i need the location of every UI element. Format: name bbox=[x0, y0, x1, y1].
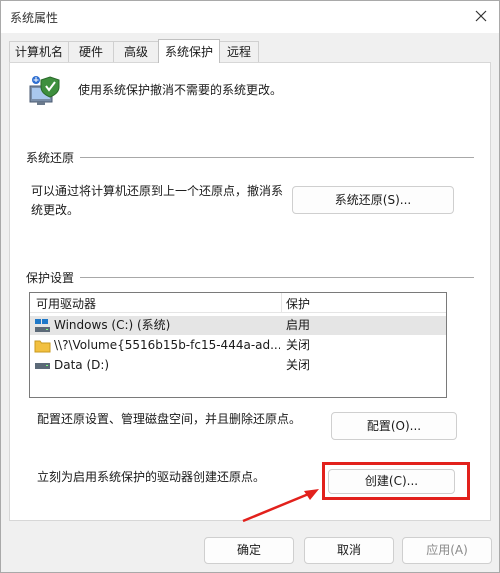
highlight-box bbox=[322, 462, 470, 500]
restore-description-line1: 可以通过将计算机还原到上一个还原点，撤消系 bbox=[31, 184, 284, 198]
close-icon[interactable] bbox=[469, 4, 493, 28]
drive-list-header: 可用驱动器 保护 bbox=[30, 293, 446, 313]
drive-name: Windows (C:) (系统) bbox=[54, 318, 171, 332]
cancel-button[interactable]: 取消 bbox=[304, 537, 394, 564]
restore-heading: 系统还原 bbox=[26, 149, 81, 166]
ok-button[interactable]: 确定 bbox=[204, 537, 294, 564]
column-header-protection[interactable]: 保护 bbox=[286, 295, 310, 312]
configure-description: 配置还原设置、管理磁盘空间，并且删除还原点。 bbox=[37, 412, 302, 426]
drive-protection-status: 启用 bbox=[286, 318, 311, 332]
system-protection-shield-icon bbox=[29, 76, 60, 105]
configure-button[interactable]: 配置(O)... bbox=[331, 412, 457, 440]
drive-icon bbox=[35, 363, 50, 369]
system-protection-panel: 使用系统保护撤消不需要的系统更改。 系统还原 可以通过将计算机还原到上一个还原点… bbox=[9, 62, 491, 521]
window-title: 系统属性 bbox=[10, 11, 59, 25]
tab-computer-name[interactable]: 计算机名 bbox=[9, 41, 69, 62]
tab-advanced[interactable]: 高级 bbox=[113, 41, 159, 62]
create-description: 立刻为启用系统保护的驱动器创建还原点。 bbox=[37, 470, 266, 484]
protection-divider bbox=[26, 277, 474, 278]
drive-name: \\?\Volume{5516b15b-fc15-444a-ad... bbox=[54, 338, 280, 352]
intro-text: 使用系统保护撤消不需要的系统更改。 bbox=[78, 83, 283, 97]
system-properties-window: 系统属性 计算机名 硬件 高级 系统保护 远程 使用系统保护撤消不需要的系统更改… bbox=[0, 0, 500, 573]
system-drive-icon bbox=[35, 319, 50, 332]
drive-protection-status: 关闭 bbox=[286, 358, 311, 372]
restore-description: 可以通过将计算机还原到上一个还原点，撤消系 统更改。 bbox=[31, 182, 283, 220]
drive-name: Data (D:) bbox=[54, 358, 110, 372]
restore-description-line2: 统更改。 bbox=[31, 203, 80, 217]
title-bar: 系统属性 bbox=[1, 1, 499, 33]
drive-row-d[interactable]: Data (D:) 关闭 bbox=[30, 356, 446, 375]
folder-icon bbox=[34, 340, 51, 353]
column-header-drive[interactable]: 可用驱动器 bbox=[36, 295, 96, 312]
drive-protection-status: 关闭 bbox=[286, 338, 311, 352]
arrow-annotation bbox=[242, 489, 319, 523]
restore-divider bbox=[26, 157, 474, 158]
drive-row-c[interactable]: Windows (C:) (系统) 启用 bbox=[30, 316, 446, 335]
drive-list[interactable]: 可用驱动器 保护 Windows (C:) (系统) 启用 \\?\Volume… bbox=[29, 292, 447, 398]
protection-heading: 保护设置 bbox=[26, 269, 81, 286]
tab-remote[interactable]: 远程 bbox=[219, 41, 259, 62]
apply-button[interactable]: 应用(A) bbox=[402, 537, 492, 564]
tab-system-protection[interactable]: 系统保护 bbox=[158, 39, 220, 63]
tab-hardware[interactable]: 硬件 bbox=[68, 41, 114, 62]
system-restore-button[interactable]: 系统还原(S)... bbox=[292, 186, 454, 214]
column-separator bbox=[281, 293, 282, 312]
drive-row-volume[interactable]: \\?\Volume{5516b15b-fc15-444a-ad... 关闭 bbox=[30, 336, 446, 355]
